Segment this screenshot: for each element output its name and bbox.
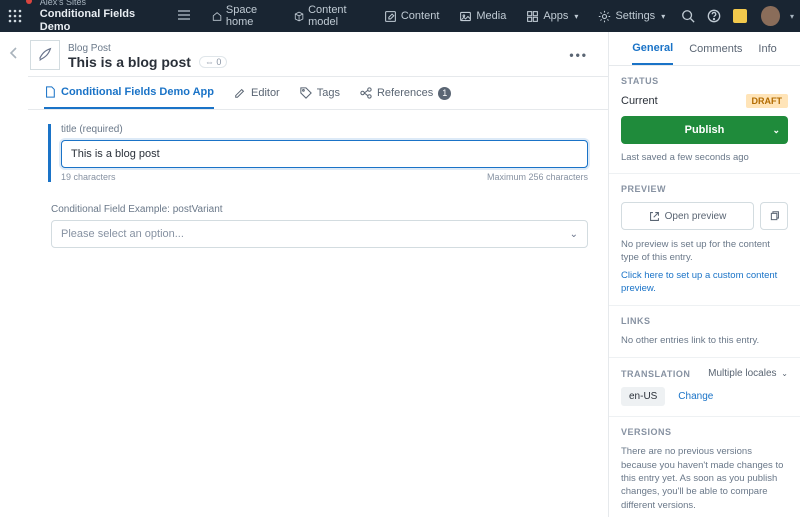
entry-title: This is a blog post — [68, 54, 191, 70]
entry-header: Blog Post This is a blog post ⇔ 0 ••• — [28, 32, 608, 76]
preview-none-text: No preview is set up for the content typ… — [621, 238, 788, 265]
copy-icon — [769, 211, 780, 222]
field-title: title (required) 19 characters Maximum 2… — [48, 124, 588, 182]
gear-icon — [598, 10, 611, 23]
sidebar-tab-info[interactable]: Info — [758, 32, 776, 65]
incoming-links-badge[interactable]: ⇔ 0 — [199, 56, 228, 68]
nav-apps[interactable]: Apps ▾ — [516, 0, 588, 32]
editor-tabs: Conditional Fields Demo App Editor Tags … — [28, 76, 608, 110]
preview-heading: PREVIEW — [621, 184, 788, 194]
versions-section: VERSIONS There are no previous versions … — [609, 417, 800, 517]
translation-section: TRANSLATION Multiple locales ⌄ en-US Cha… — [609, 358, 800, 417]
translation-heading: TRANSLATION — [621, 369, 690, 379]
notification-icon — [733, 9, 747, 23]
char-count: 19 characters — [61, 172, 116, 182]
search-icon — [681, 9, 695, 23]
user-avatar[interactable] — [761, 6, 780, 26]
sidebar-tab-general[interactable]: General — [632, 32, 673, 65]
nav-media[interactable]: Media — [449, 0, 516, 32]
edit-icon — [384, 10, 397, 23]
space-menu-icon[interactable] — [170, 9, 198, 23]
variant-placeholder: Please select an option... — [61, 228, 184, 240]
help-button[interactable] — [701, 2, 727, 30]
locale-chip: en-US — [621, 387, 665, 406]
title-input[interactable] — [61, 140, 588, 168]
notifications-button[interactable] — [727, 2, 753, 30]
content-type-label: Blog Post — [68, 43, 111, 54]
entry-actions-menu[interactable]: ••• — [563, 48, 594, 62]
nav-settings[interactable]: Settings ▾ — [588, 0, 675, 32]
chevron-down-icon: ⌄ — [781, 369, 788, 378]
pencil-icon — [234, 87, 246, 99]
chevron-down-icon: ⌄ — [772, 125, 780, 136]
document-icon — [44, 86, 56, 98]
status-section: STATUS Current DRAFT Publish ⌄ Last save… — [609, 66, 800, 174]
references-count-badge: 1 — [438, 87, 451, 100]
home-icon — [212, 10, 222, 23]
app-switcher-button[interactable] — [0, 0, 30, 32]
entry-sidebar: General Comments Info STATUS Current DRA… — [608, 32, 800, 517]
links-section: LINKS No other entries link to this entr… — [609, 306, 800, 358]
nav-content[interactable]: Content — [374, 0, 450, 32]
nav-space-home[interactable]: Space home — [202, 0, 284, 32]
links-heading: LINKS — [621, 316, 788, 326]
help-icon — [707, 9, 721, 23]
copy-preview-button[interactable] — [760, 202, 788, 230]
chevron-down-icon: ▾ — [661, 12, 665, 21]
variant-label: Conditional Field Example: postVariant — [51, 204, 588, 215]
space-selector[interactable]: Alex's Sites Conditional Fields Demo — [30, 0, 170, 35]
references-icon — [360, 87, 372, 99]
search-button[interactable] — [675, 2, 701, 30]
cube-icon — [294, 10, 304, 23]
variant-select[interactable]: Please select an option... ⌄ — [51, 220, 588, 248]
tab-references[interactable]: References 1 — [360, 77, 451, 109]
versions-text: There are no previous versions because y… — [621, 445, 788, 511]
nav-content-model[interactable]: Content model — [284, 0, 374, 32]
status-heading: STATUS — [621, 76, 788, 86]
main-nav: Space home Content model Content Media A… — [202, 0, 675, 32]
locale-selector[interactable]: Multiple locales ⌄ — [708, 368, 788, 379]
back-column — [0, 32, 28, 517]
field-post-variant: Conditional Field Example: postVariant P… — [48, 204, 588, 248]
media-icon — [459, 10, 472, 23]
chevron-down-icon: ▾ — [790, 12, 794, 21]
chevron-down-icon: ⌄ — [570, 229, 578, 240]
title-label: title (required) — [61, 124, 588, 135]
draft-badge: DRAFT — [746, 94, 789, 108]
versions-heading: VERSIONS — [621, 427, 788, 437]
change-locale-link[interactable]: Change — [678, 391, 713, 402]
sidebar-tab-comments[interactable]: Comments — [689, 32, 742, 65]
links-none-text: No other entries link to this entry. — [621, 334, 788, 347]
tab-tags[interactable]: Tags — [300, 77, 340, 109]
preview-setup-link[interactable]: Click here to set up a custom content pr… — [621, 269, 788, 296]
external-link-icon — [649, 211, 660, 222]
entry-type-icon — [30, 40, 60, 70]
status-value: Current — [621, 95, 658, 107]
chevron-down-icon: ▾ — [574, 12, 578, 21]
preview-section: PREVIEW Open preview No preview is set u… — [609, 174, 800, 306]
tab-demo-app[interactable]: Conditional Fields Demo App — [44, 77, 214, 109]
publish-button[interactable]: Publish ⌄ — [621, 116, 788, 144]
back-button[interactable] — [9, 46, 19, 517]
top-navigation: Alex's Sites Conditional Fields Demo Spa… — [0, 0, 800, 32]
org-label: Alex's Sites — [40, 0, 160, 8]
tab-editor[interactable]: Editor — [234, 77, 280, 109]
tag-icon — [300, 87, 312, 99]
space-name: Conditional Fields Demo — [40, 8, 160, 34]
last-saved-text: Last saved a few seconds ago — [621, 152, 788, 163]
sidebar-tabs: General Comments Info — [609, 32, 800, 66]
apps-icon — [526, 10, 539, 23]
open-preview-button[interactable]: Open preview — [621, 202, 754, 230]
char-max: Maximum 256 characters — [487, 172, 588, 182]
